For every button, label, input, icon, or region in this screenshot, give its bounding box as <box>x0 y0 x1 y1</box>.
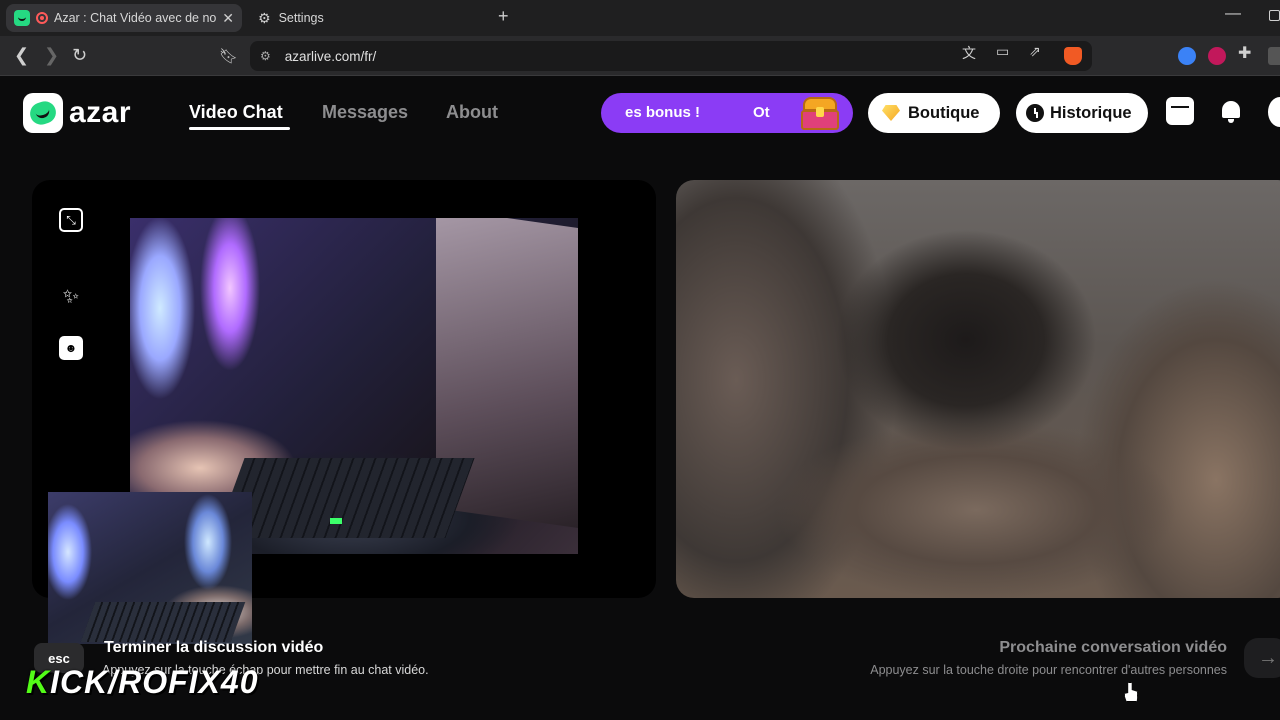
brave-shields-icon[interactable] <box>1064 47 1082 65</box>
tab-title: Azar : Chat Vidéo avec de nou <box>54 11 217 25</box>
gear-icon: ⚙ <box>258 9 271 26</box>
extension-icon[interactable] <box>1268 47 1280 65</box>
nav-active-underline <box>189 127 290 130</box>
promo-text-secondary: Ot <box>753 104 770 121</box>
tab-title: Settings <box>278 11 324 25</box>
shrink-icon[interactable]: ⤡ <box>59 208 83 232</box>
forward-icon[interactable]: ❯ <box>44 45 59 66</box>
tab-settings[interactable]: ⚙ Settings <box>250 4 480 32</box>
new-tab-button[interactable]: + <box>498 6 509 27</box>
inventory-box-icon[interactable] <box>1166 97 1194 125</box>
bell-icon[interactable] <box>1220 99 1242 123</box>
boutique-button[interactable]: Boutique <box>868 93 1000 133</box>
next-chat-subtitle: Appuyez sur la touche droite pour rencon… <box>870 663 1227 677</box>
site-info-icon[interactable]: ⚙ <box>260 49 271 63</box>
extension-icon[interactable] <box>1208 47 1226 65</box>
kick-k-letter: K <box>26 664 51 700</box>
next-chat-title[interactable]: Prochaine conversation vidéo <box>999 639 1227 657</box>
nav-about[interactable]: About <box>446 102 498 123</box>
azar-logo-icon <box>23 93 63 133</box>
boutique-label: Boutique <box>908 103 980 122</box>
diamond-icon <box>882 105 900 121</box>
close-icon[interactable]: ✕ <box>222 10 234 27</box>
history-label: Historique <box>1050 103 1132 122</box>
reload-icon[interactable]: ↻ <box>72 45 87 66</box>
maximize-button[interactable] <box>1269 10 1280 21</box>
minimize-button[interactable]: — <box>1225 5 1241 23</box>
browser-tabbar: Azar : Chat Vidéo avec de nou ✕ ⚙ Settin… <box>0 0 1280 36</box>
bookmark-icon[interactable]: 🔖︎ <box>219 47 238 65</box>
next-arrow-button[interactable]: → <box>1244 638 1280 678</box>
nav-video-chat[interactable]: Video Chat <box>189 102 283 123</box>
back-icon[interactable]: ❮ <box>14 45 29 66</box>
kick-watermark: KICK/ROFIX40 <box>26 664 258 701</box>
partner-video-panel <box>676 180 1280 598</box>
tab-azar[interactable]: Azar : Chat Vidéo avec de nou ✕ <box>6 4 242 32</box>
logo-text: azar <box>69 96 132 129</box>
browser-toolbar: ❮ ❯ ↻ 🔖︎ ⚙ azarlive.com/fr/ 文 ▭ ⇗ ✚ <box>0 36 1280 76</box>
share-icon[interactable]: ⇗ <box>1029 43 1041 60</box>
azar-favicon-icon <box>14 10 30 26</box>
hand-cursor-icon <box>1124 682 1138 702</box>
translate-icon[interactable]: 文 <box>962 43 976 63</box>
face-filter-icon[interactable]: ☻ <box>59 336 83 360</box>
avatar[interactable] <box>1268 97 1280 127</box>
extension-icon[interactable] <box>1178 47 1196 65</box>
promo-banner[interactable]: es bonus ! Ot <box>601 93 853 133</box>
treasure-chest-icon <box>797 97 843 131</box>
streamer-webcam-overlay <box>48 492 252 644</box>
history-button[interactable]: Historique <box>1016 93 1148 133</box>
azar-logo[interactable]: azar <box>23 93 131 133</box>
nav-messages[interactable]: Messages <box>322 102 408 123</box>
promo-text: es bonus ! <box>625 104 701 121</box>
recording-icon <box>36 12 48 24</box>
url-text: azarlive.com/fr/ <box>284 48 377 64</box>
puzzle-icon[interactable]: ✚ <box>1238 43 1251 63</box>
watermark-text: ICK/ROFIX40 <box>50 664 259 700</box>
clock-icon <box>1026 104 1044 122</box>
app-header: azar Video Chat Messages About es bonus … <box>0 77 1280 149</box>
magic-wand-icon[interactable]: ✨︎ <box>59 285 83 309</box>
end-chat-title[interactable]: Terminer la discussion vidéo <box>104 639 323 657</box>
cast-icon[interactable]: ▭ <box>996 43 1009 60</box>
